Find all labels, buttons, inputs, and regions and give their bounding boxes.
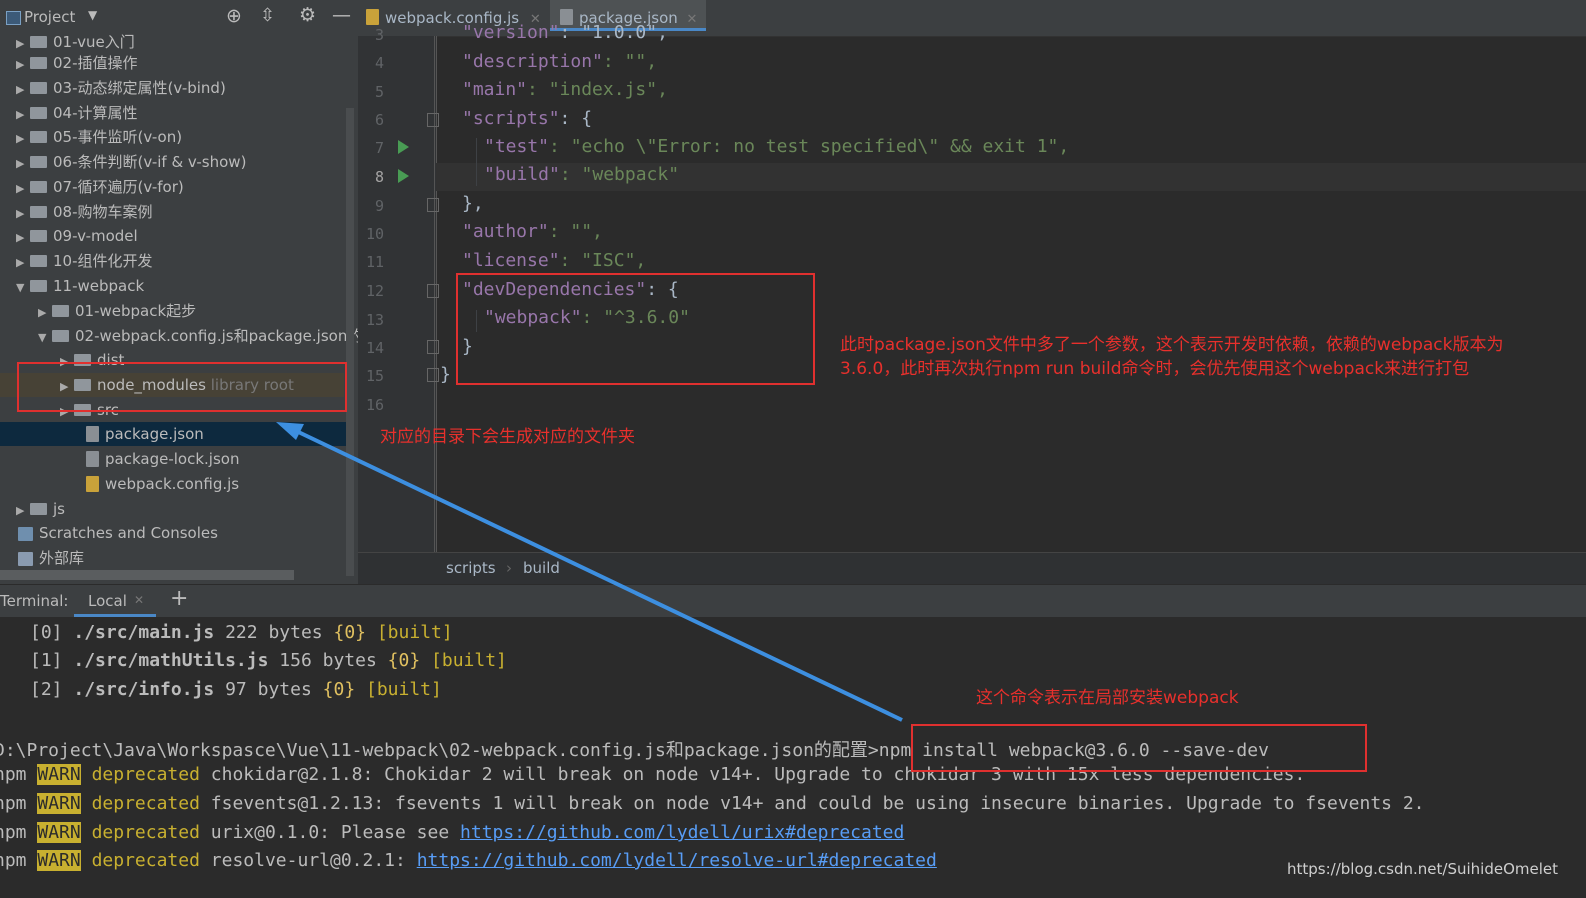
watermark: https://blog.csdn.net/SuihideOmelet: [1287, 860, 1558, 878]
annotation-arrow-icon: [276, 422, 903, 722]
